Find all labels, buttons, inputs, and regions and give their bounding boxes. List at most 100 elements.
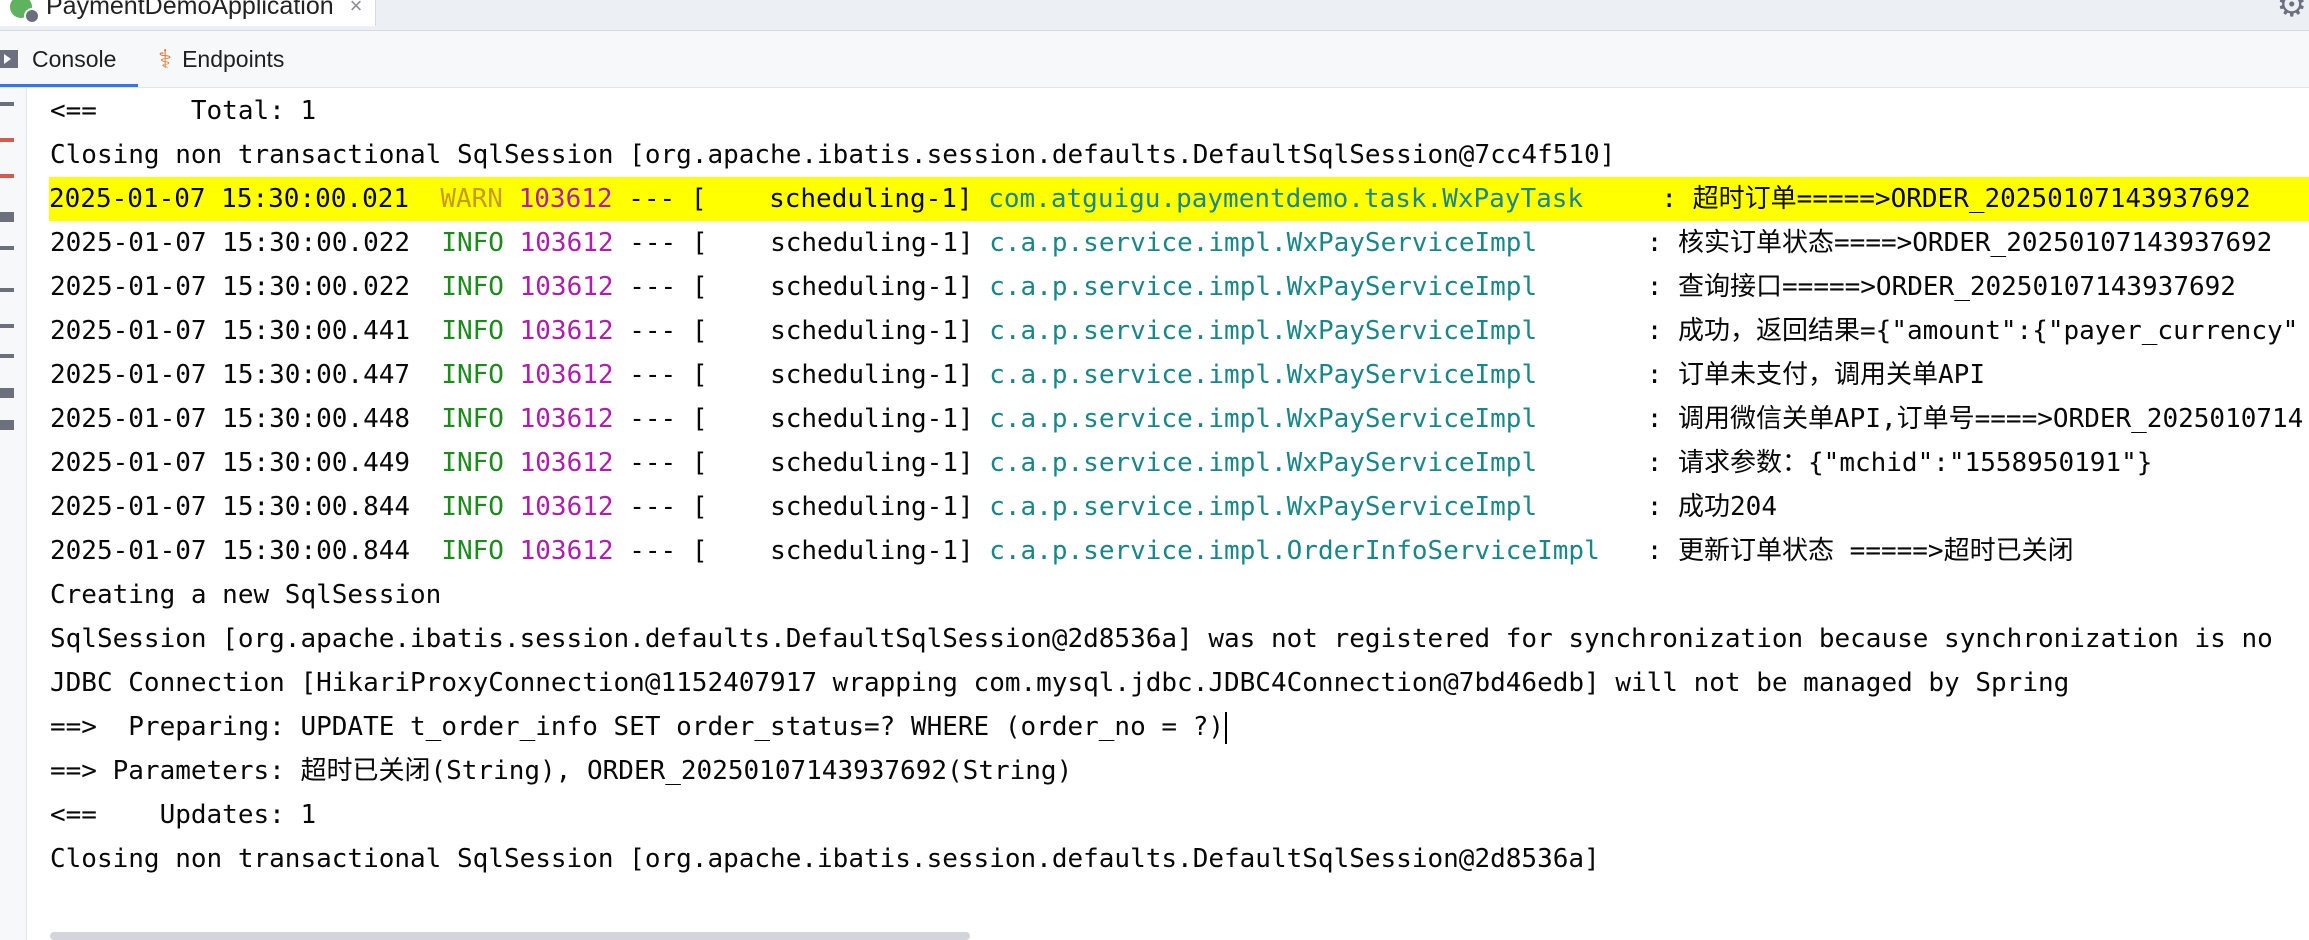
console-line: ==> Parameters: 超时已关闭(String), ORDER_202… [50,749,2309,793]
log-timestamp: 2025-01-07 15:30:00.022 [50,272,411,302]
console-toolbar [0,88,27,940]
log-level: INFO [441,448,504,478]
log-timestamp: 2025-01-07 15:30:00.447 [50,360,411,390]
log-level: INFO [441,316,504,346]
console-line: 2025-01-07 15:30:00.441 INFO 103612 --- … [50,309,2309,353]
edit-icon[interactable] [0,102,14,106]
console-output[interactable]: <== Total: 1 Closing non transactional Sq… [49,89,2309,881]
log-separator: --- [ [629,316,708,346]
console-line: 2025-01-07 15:30:00.449 INFO 103612 --- … [50,441,2309,485]
log-thread: scheduling-1] [723,448,974,478]
log-separator: --- [ [628,184,707,214]
console-line-text: Creating a new SqlSession [50,580,442,610]
log-thread: scheduling-1] [723,492,974,522]
log-logger: c.a.p.service.impl.WxPayServiceImpl [989,492,1632,522]
log-logger: c.a.p.service.impl.WxPayServiceImpl [989,272,1632,302]
log-timestamp: 2025-01-07 15:30:00.844 [50,492,411,522]
console-line: JDBC Connection [HikariProxyConnection@1… [50,661,2309,705]
print-icon[interactable] [0,388,14,398]
log-thread: scheduling-1] [723,316,974,346]
console-line: 2025-01-07 15:30:00.844 INFO 103612 --- … [50,485,2309,529]
log-level: INFO [441,404,504,434]
console-line-text: JDBC Connection [HikariProxyConnection@1… [50,668,2070,698]
console-line-text: ==> Preparing: UPDATE t_order_info SET o… [50,712,1224,742]
log-thread: scheduling-1] [723,228,974,258]
filter-icon[interactable] [0,288,14,292]
console-line: 2025-01-07 15:30:00.022 INFO 103612 --- … [50,265,2309,309]
log-logger: c.a.p.service.impl.WxPayServiceImpl [989,360,1632,390]
tab-endpoints-label: Endpoints [182,45,285,72]
console-line: 2025-01-07 15:30:00.021 WARN 103612 --- … [49,177,2309,221]
log-pid: 103612 [519,448,614,478]
console-line: <== Total: 1 [50,89,2309,133]
console-line: 2025-01-07 15:30:00.844 INFO 103612 --- … [50,529,2309,573]
log-level: INFO [441,536,504,566]
console-line: 2025-01-07 15:30:00.022 INFO 103612 --- … [50,221,2309,265]
close-icon[interactable]: × [350,0,363,19]
console-line: 2025-01-07 15:30:00.447 INFO 103612 --- … [50,353,2309,397]
log-pid: 103612 [519,360,614,390]
tool-window-tabs: Console ⚕ Endpoints [0,31,2309,88]
rerun-icon[interactable] [0,174,14,178]
delete-icon[interactable] [0,420,14,430]
log-separator: --- [ [629,448,708,478]
run-tab-bar: PaymentDemoApplication × ⚙ [0,0,2309,31]
console-line: SqlSession [org.apache.ibatis.session.de… [50,617,2309,661]
log-thread: scheduling-1] [723,404,974,434]
log-thread: scheduling-1] [723,360,974,390]
log-pid: 103612 [519,228,614,258]
log-level: INFO [441,360,504,390]
log-message: : 成功204 [1631,492,1777,522]
log-timestamp: 2025-01-07 15:30:00.021 [49,184,410,214]
log-pid: 103612 [519,316,614,346]
log-message: : 成功，返回结果={"amount":{"payer_currency" [1631,316,2299,346]
console-line: Creating a new SqlSession [50,573,2309,617]
console-line-text: Closing non transactional SqlSession [or… [50,140,1616,170]
tab-endpoints[interactable]: ⚕ Endpoints [158,31,284,87]
log-timestamp: 2025-01-07 15:30:00.022 [50,228,411,258]
scroll-to-end-icon[interactable] [0,324,14,328]
console-icon [0,50,18,68]
log-level: INFO [441,272,504,302]
log-message: : 请求参数：{"mchid":"1558950191"} [1631,448,2153,478]
download-icon[interactable] [0,354,14,358]
log-message: : 查询接口=====>ORDER_20250107143937692 [1631,272,2236,302]
log-logger: c.a.p.service.impl.OrderInfoServiceImpl [989,536,1632,566]
run-tab-payment-demo[interactable]: PaymentDemoApplication × [0,0,376,26]
text-caret [1225,711,1227,744]
log-separator: --- [ [629,228,708,258]
log-separator: --- [ [629,272,708,302]
log-timestamp: 2025-01-07 15:30:00.449 [50,448,411,478]
console-line: 2025-01-07 15:30:00.448 INFO 103612 --- … [50,397,2309,441]
log-thread: scheduling-1] [722,184,973,214]
log-pid: 103612 [518,184,613,214]
log-level: WARN [440,184,503,214]
spring-boot-app-icon [8,0,40,24]
horizontal-scrollbar[interactable] [50,932,970,940]
log-logger: c.a.p.service.impl.WxPayServiceImpl [989,404,1632,434]
log-logger: c.a.p.service.impl.WxPayServiceImpl [989,228,1632,258]
log-separator: --- [ [629,492,708,522]
console-line: Closing non transactional SqlSession [or… [50,133,2309,177]
console-line-text: <== Total: 1 [50,96,317,126]
gear-icon[interactable]: ⚙ [2277,0,2307,22]
stop-icon[interactable] [0,138,14,142]
log-message: : 更新订单状态 =====>超时已关闭 [1631,536,2074,566]
log-timestamp: 2025-01-07 15:30:00.441 [50,316,411,346]
log-level: INFO [441,492,504,522]
log-message: : 核实订单状态====>ORDER_20250107143937692 [1631,228,2273,258]
log-message: : 调用微信关单API,订单号====>ORDER_2025010714 [1631,404,2304,434]
log-timestamp: 2025-01-07 15:30:00.448 [50,404,411,434]
console-line-text: Closing non transactional SqlSession [or… [50,844,1600,874]
console-line: <== Updates: 1 [50,793,2309,837]
wrap-icon[interactable] [0,246,14,250]
console-line-text: <== Updates: 1 [50,800,317,830]
tab-console[interactable]: Console [0,31,139,87]
list-icon[interactable] [0,212,14,222]
active-tab-indicator [0,84,139,87]
log-message: : 超时订单=====>ORDER_20250107143937692 [1645,184,2251,214]
log-logger: c.a.p.service.impl.WxPayServiceImpl [989,316,1632,346]
console-line: ==> Preparing: UPDATE t_order_info SET o… [50,705,2309,749]
run-tab-title: PaymentDemoApplication [46,0,334,20]
log-logger: com.atguigu.paymentdemo.task.WxPayTask [988,184,1646,214]
